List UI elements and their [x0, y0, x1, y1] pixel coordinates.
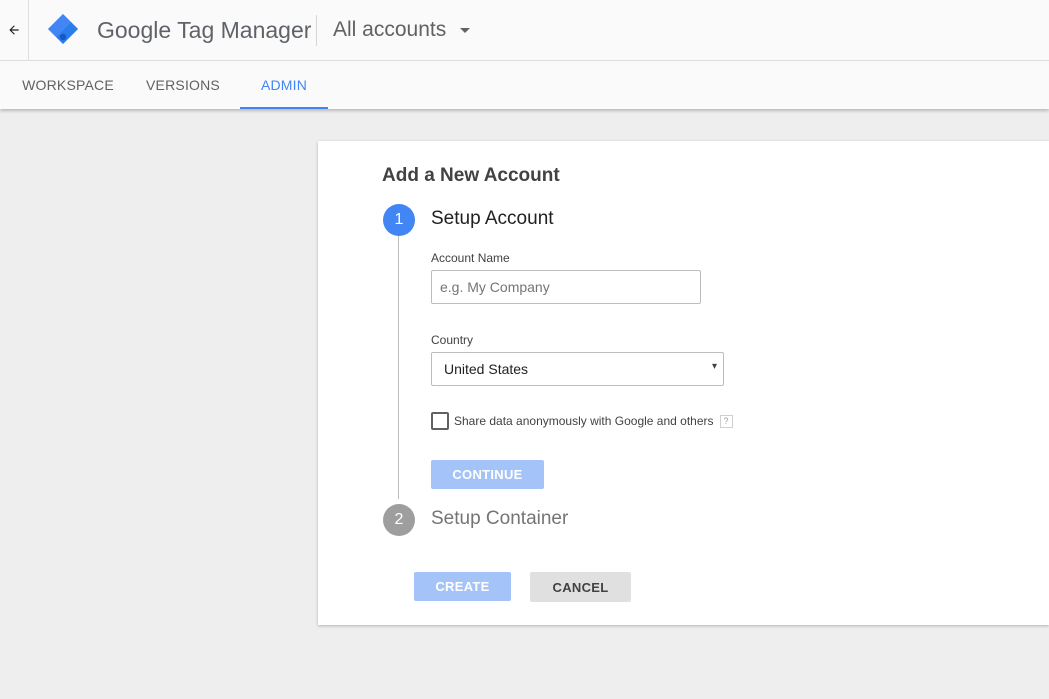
step-1-indicator: 1 — [383, 204, 415, 236]
account-name-label: Account Name — [431, 251, 510, 265]
account-name-input[interactable] — [431, 270, 701, 304]
country-select[interactable]: United States ▾ — [431, 352, 724, 386]
product-brand: Google — [97, 17, 172, 43]
help-icon[interactable]: ? — [719, 414, 733, 428]
tag-manager-logo-icon — [48, 14, 78, 44]
country-selected-value: United States — [444, 361, 529, 377]
page-title: Add a New Account — [382, 165, 560, 186]
dropdown-arrow-icon: ▾ — [711, 361, 717, 372]
cancel-button[interactable]: CANCEL — [530, 572, 631, 602]
top-app-bar: Google Tag Manager All accounts — [0, 0, 1049, 61]
tab-admin[interactable]: ADMIN — [240, 61, 328, 109]
caret-down-icon — [460, 27, 471, 33]
step-2-indicator: 2 — [383, 504, 415, 536]
tab-versions[interactable]: VERSIONS — [136, 61, 230, 109]
product-title: Google Tag Manager — [97, 15, 311, 45]
tab-workspace[interactable]: WORKSPACE — [10, 61, 126, 109]
arrow-left-icon — [9, 25, 19, 35]
account-selector-label: All accounts — [333, 18, 447, 41]
share-data-row: Share data anonymously with Google and o… — [431, 412, 733, 430]
step-2-title: Setup Container — [431, 508, 569, 529]
share-data-checkbox[interactable] — [431, 412, 449, 430]
add-account-card: Add a New Account 1 Setup Account Accoun… — [318, 141, 1049, 625]
product-name: Tag Manager — [177, 17, 312, 43]
header-divider — [316, 15, 317, 46]
back-button[interactable] — [0, 0, 29, 60]
account-selector[interactable]: All accounts — [333, 15, 471, 45]
share-data-label: Share data anonymously with Google and o… — [454, 414, 714, 428]
country-label: Country — [431, 333, 474, 347]
continue-button[interactable]: CONTINUE — [431, 460, 544, 489]
stepper-connector — [398, 234, 399, 499]
tab-bar: WORKSPACE VERSIONS ADMIN — [0, 61, 1049, 109]
create-button[interactable]: CREATE — [414, 572, 511, 601]
step-1-title: Setup Account — [431, 208, 554, 229]
